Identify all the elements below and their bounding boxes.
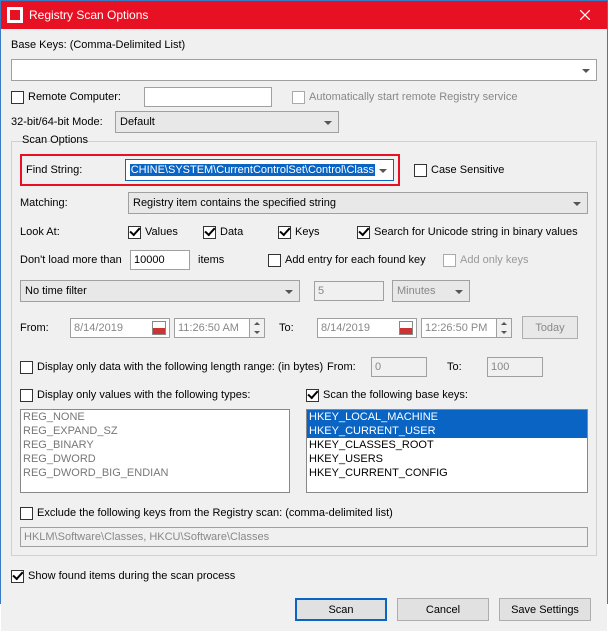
case-sensitive-checkbox[interactable] <box>414 164 427 177</box>
timefilter-combo[interactable]: No time filter <box>20 280 300 302</box>
auto-start-checkbox <box>292 91 305 104</box>
lenrange-from-input <box>371 357 427 377</box>
scan-options-group: Scan Options Find String: CHINE\SYSTEM\C… <box>11 141 597 556</box>
scan-button[interactable]: Scan <box>295 598 387 621</box>
base-keys-label: Base Keys: (Comma-Delimited List) <box>11 39 185 51</box>
showfound-label: Show found items during the scan process <box>28 570 235 582</box>
dontload-label1: Don't load more than <box>20 254 130 266</box>
list-item[interactable]: REG_DWORD <box>21 452 289 466</box>
to-time-spinner[interactable] <box>497 318 512 338</box>
addonlykeys-checkbox <box>443 254 456 267</box>
list-item[interactable]: REG_DWORD_BIG_ENDIAN <box>21 466 289 480</box>
remote-computer-input[interactable] <box>144 87 272 107</box>
to-label: To: <box>279 322 317 334</box>
find-string-label: Find String: <box>26 164 125 176</box>
exclude-checkbox[interactable] <box>20 507 33 520</box>
calendar-icon <box>152 321 166 335</box>
list-item[interactable]: HKEY_CURRENT_CONFIG <box>307 466 587 480</box>
bitmode-label: 32-bit/64-bit Mode: <box>11 116 115 128</box>
from-time-input[interactable]: 11:26:50 AM <box>174 318 250 338</box>
close-icon <box>580 10 590 20</box>
list-item[interactable]: HKEY_LOCAL_MACHINE <box>307 410 587 424</box>
basekeys-label: Scan the following base keys: <box>323 389 468 401</box>
lenrange-to-label: To: <box>447 361 487 373</box>
lenrange-checkbox[interactable] <box>20 361 33 374</box>
addentry-checkbox[interactable] <box>268 254 281 267</box>
to-time-input[interactable]: 12:26:50 PM <box>421 318 497 338</box>
valtypes-listbox[interactable]: REG_NONE REG_EXPAND_SZ REG_BINARY REG_DW… <box>20 409 290 493</box>
keys-label: Keys <box>295 226 357 238</box>
exclude-input <box>20 527 588 547</box>
content-area: Base Keys: (Comma-Delimited List) Remote… <box>1 29 607 631</box>
matching-label: Matching: <box>20 197 128 209</box>
valtypes-label: Display only values with the following t… <box>37 389 250 401</box>
list-item[interactable]: HKEY_CLASSES_ROOT <box>307 438 587 452</box>
registry-scan-options-window: Registry Scan Options Base Keys: (Comma-… <box>0 0 608 604</box>
data-checkbox[interactable] <box>203 226 216 239</box>
from-time-spinner[interactable] <box>250 318 265 338</box>
unicode-label: Search for Unicode string in binary valu… <box>374 226 578 238</box>
scan-options-legend: Scan Options <box>20 134 90 146</box>
lenrange-to-input <box>487 357 543 377</box>
base-keys-combo[interactable] <box>11 59 597 81</box>
showfound-checkbox[interactable] <box>11 570 24 583</box>
save-settings-button[interactable]: Save Settings <box>499 598 591 621</box>
list-item[interactable]: REG_NONE <box>21 410 289 424</box>
list-item[interactable]: REG_BINARY <box>21 438 289 452</box>
case-sensitive-label: Case Sensitive <box>431 164 504 176</box>
find-string-highlight: Find String: CHINE\SYSTEM\CurrentControl… <box>20 154 400 186</box>
titlebar: Registry Scan Options <box>1 1 607 29</box>
find-string-value: CHINE\SYSTEM\CurrentControlSet\Control\C… <box>130 164 375 176</box>
today-button: Today <box>522 316 578 339</box>
to-date-picker[interactable]: 8/14/2019 <box>317 318 417 338</box>
timefilter-num <box>314 281 384 301</box>
values-label: Values <box>145 226 203 238</box>
addonlykeys-label: Add only keys <box>460 254 528 266</box>
list-item[interactable]: HKEY_USERS <box>307 452 587 466</box>
dontload-input[interactable] <box>130 250 190 270</box>
find-string-combo[interactable]: CHINE\SYSTEM\CurrentControlSet\Control\C… <box>125 159 394 181</box>
basekeys-checkbox[interactable] <box>306 389 319 402</box>
list-item[interactable]: REG_EXPAND_SZ <box>21 424 289 438</box>
from-label: From: <box>20 322 70 334</box>
dontload-label2: items <box>198 254 268 266</box>
data-label: Data <box>220 226 278 238</box>
valtypes-checkbox[interactable] <box>20 389 33 402</box>
keys-checkbox[interactable] <box>278 226 291 239</box>
exclude-label: Exclude the following keys from the Regi… <box>37 507 393 519</box>
timefilter-unit-combo: Minutes <box>392 280 470 302</box>
list-item[interactable]: HKEY_CURRENT_USER <box>307 424 587 438</box>
unicode-checkbox[interactable] <box>357 226 370 239</box>
values-checkbox[interactable] <box>128 226 141 239</box>
from-date-picker[interactable]: 8/14/2019 <box>70 318 170 338</box>
remote-computer-label: Remote Computer: <box>28 91 144 103</box>
lookat-label: Look At: <box>20 226 128 238</box>
bitmode-combo[interactable]: Default <box>115 111 339 133</box>
window-title: Registry Scan Options <box>29 8 563 22</box>
lenrange-label: Display only data with the following len… <box>37 361 327 373</box>
auto-start-label: Automatically start remote Registry serv… <box>309 91 517 103</box>
lenrange-from-label: From: <box>327 361 371 373</box>
cancel-button[interactable]: Cancel <box>397 598 489 621</box>
basekeys-listbox[interactable]: HKEY_LOCAL_MACHINE HKEY_CURRENT_USER HKE… <box>306 409 588 493</box>
calendar-icon <box>399 321 413 335</box>
addentry-label: Add entry for each found key <box>285 254 443 266</box>
remote-computer-checkbox[interactable] <box>11 91 24 104</box>
app-icon <box>7 7 23 23</box>
matching-combo[interactable]: Registry item contains the specified str… <box>128 192 588 214</box>
close-button[interactable] <box>563 1 607 29</box>
